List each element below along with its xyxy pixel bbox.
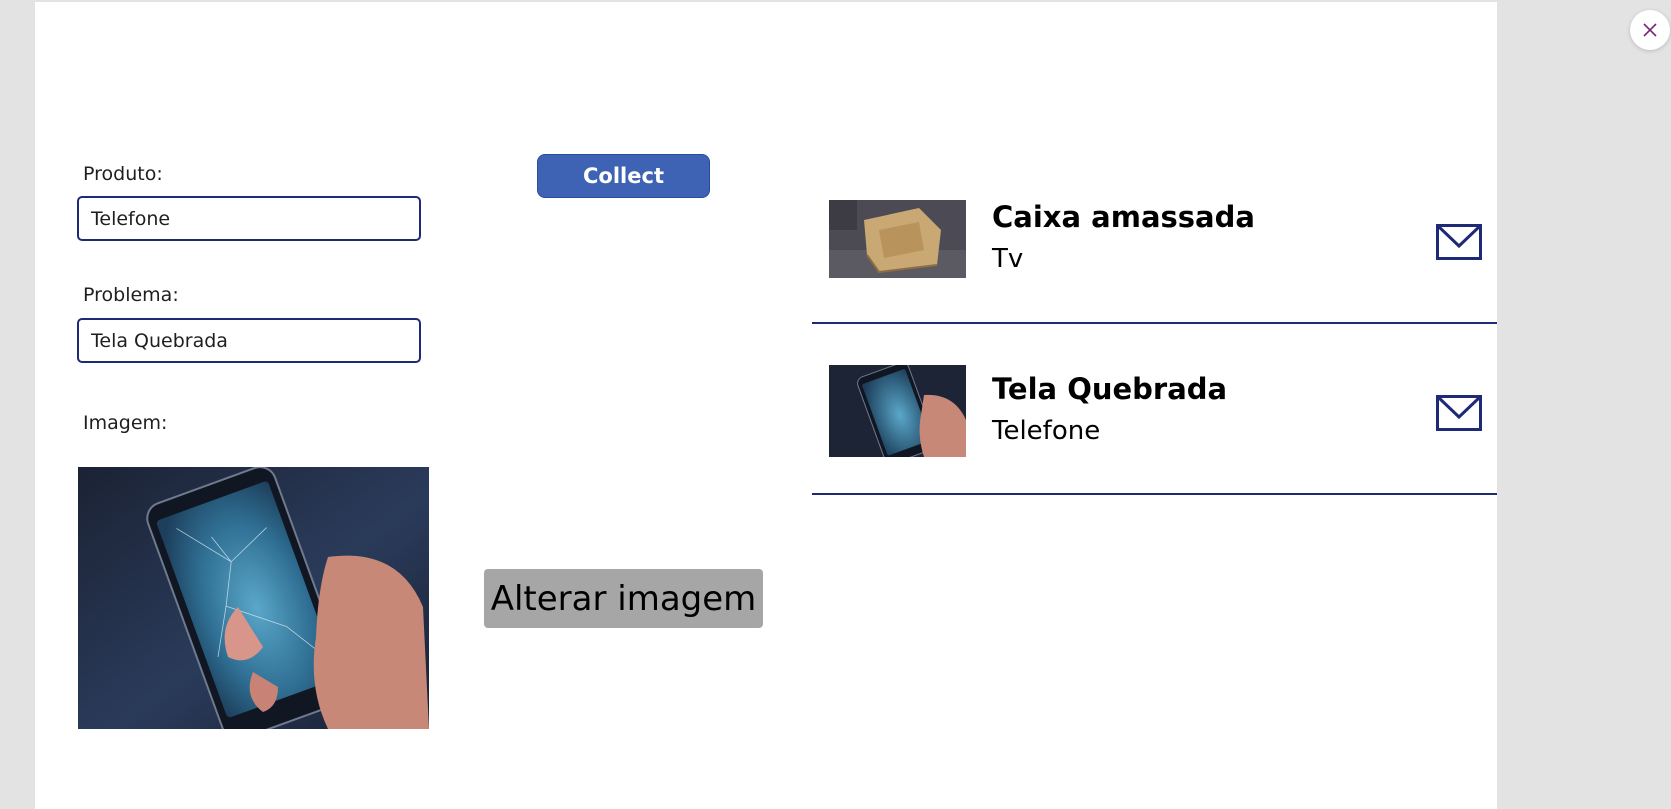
gallery-item-image <box>829 365 966 457</box>
row-divider <box>812 322 1497 324</box>
change-image-button[interactable]: Alterar imagem <box>484 569 763 628</box>
produto-input[interactable] <box>77 196 421 241</box>
mail-icon[interactable] <box>1436 395 1482 431</box>
gallery-item[interactable]: Tela Quebrada Telefone <box>812 340 1497 510</box>
close-button[interactable] <box>1630 10 1670 50</box>
problema-input[interactable] <box>77 318 421 363</box>
mail-icon[interactable] <box>1436 224 1482 260</box>
gallery-item-image <box>829 200 966 278</box>
gallery-item-title: Caixa amassada <box>992 200 1255 234</box>
gallery-item-title: Tela Quebrada <box>992 372 1228 406</box>
imagem-label: Imagem: <box>83 412 168 434</box>
problema-label: Problema: <box>83 284 179 306</box>
gallery-item[interactable]: Caixa amassada Tv <box>812 170 1497 340</box>
gallery: Caixa amassada Tv Tela Quebrada Telefone <box>812 170 1497 510</box>
gallery-item-subtitle: Tv <box>992 244 1024 274</box>
close-icon <box>1643 23 1657 37</box>
gallery-item-subtitle: Telefone <box>992 416 1101 446</box>
produto-label: Produto: <box>83 163 163 185</box>
row-divider <box>812 493 1497 495</box>
collect-button[interactable]: Collect <box>537 154 710 198</box>
selected-image <box>78 467 429 729</box>
